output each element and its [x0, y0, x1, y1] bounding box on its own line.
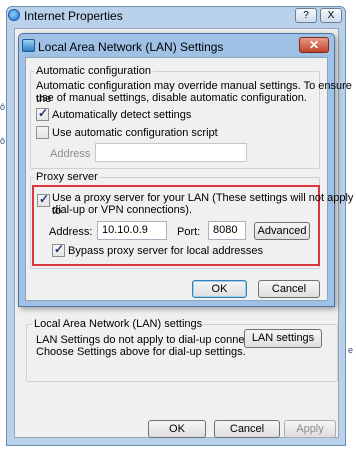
internet-properties-icon — [8, 9, 20, 21]
dialog-close-button[interactable]: ✕ — [299, 37, 329, 53]
script-address-label: Address — [50, 148, 91, 160]
proxy-address-input[interactable]: 10.10.0.9 — [97, 221, 167, 240]
use-config-script-label: Use automatic configuration script — [52, 127, 218, 139]
proxy-server-legend: Proxy server — [34, 171, 100, 184]
edge-mark: e — [348, 345, 354, 355]
auto-detect-checkbox[interactable] — [36, 106, 49, 121]
outer-ok-button[interactable]: OK — [148, 420, 206, 438]
edge-mark: ô — [0, 136, 6, 146]
bypass-local-checkbox[interactable] — [52, 242, 65, 257]
proxy-address-label: Address: — [49, 226, 93, 238]
lan-settings-button[interactable]: LAN settings — [244, 329, 322, 348]
auto-config-description-2: use of manual settings, disable automati… — [36, 92, 307, 104]
proxy-port-input[interactable]: 8080 — [208, 221, 246, 240]
dialog-title: Local Area Network (LAN) Settings — [38, 40, 224, 54]
internet-properties-title: Internet Properties — [24, 9, 123, 23]
bypass-local-label: Bypass proxy server for local addresses — [68, 245, 264, 257]
proxy-port-label: Port: — [177, 226, 201, 238]
outer-lan-group-title: Local Area Network (LAN) settings — [32, 318, 205, 331]
script-address-input[interactable] — [95, 143, 247, 162]
edge-mark: ô — [0, 102, 6, 112]
use-proxy-label-2: dial-up or VPN connections). — [52, 204, 193, 216]
automatic-configuration-legend: Automatic configuration — [34, 65, 153, 78]
auto-detect-label: Automatically detect settings — [52, 109, 192, 121]
use-config-script-checkbox[interactable] — [36, 126, 49, 139]
dialog-ok-button[interactable]: OK — [192, 280, 247, 298]
outer-cancel-button[interactable]: Cancel — [214, 420, 280, 438]
dialog-cancel-button[interactable]: Cancel — [258, 280, 320, 298]
outer-close-button[interactable]: X — [320, 8, 342, 23]
outer-lan-text-2: Choose Settings above for dial-up settin… — [36, 346, 246, 358]
network-icon — [22, 39, 35, 52]
advanced-button[interactable]: Advanced — [254, 222, 310, 240]
apply-button[interactable]: Apply — [284, 420, 336, 438]
help-button[interactable]: ? — [295, 8, 317, 23]
use-proxy-checkbox[interactable] — [37, 192, 50, 207]
